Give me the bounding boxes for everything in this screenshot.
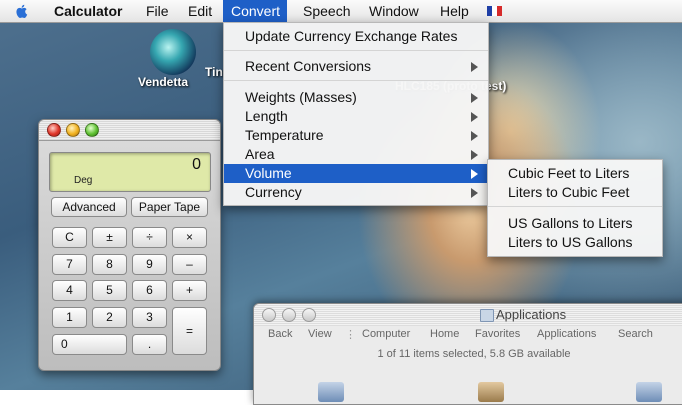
- calculator-display: 0 Deg: [49, 152, 211, 192]
- key-6[interactable]: 6: [132, 280, 167, 301]
- zoom-button[interactable]: [85, 123, 99, 137]
- finder-close-button[interactable]: [262, 308, 276, 322]
- submenu-arrow-icon: [471, 62, 478, 72]
- submenu-arrow-icon: [471, 150, 478, 160]
- toolbar-applications[interactable]: Applications: [537, 328, 596, 340]
- calculator-title-bar[interactable]: [39, 120, 220, 141]
- menu-speech[interactable]: Speech: [295, 0, 358, 22]
- submenu-arrow-icon: [471, 169, 478, 179]
- menu-item-label: Currency: [245, 184, 302, 200]
- menu-window[interactable]: Window: [361, 0, 427, 22]
- subtract-button[interactable]: –: [172, 254, 207, 275]
- application-icon[interactable]: [636, 382, 662, 402]
- key-8[interactable]: 8: [92, 254, 127, 275]
- key-0[interactable]: 0: [52, 334, 127, 355]
- key-4[interactable]: 4: [52, 280, 87, 301]
- key-1[interactable]: 1: [52, 307, 87, 328]
- menu-item-label: Length: [245, 108, 288, 124]
- application-icon[interactable]: [318, 382, 344, 402]
- finder-minimize-button[interactable]: [282, 308, 296, 322]
- submenu-arrow-icon: [471, 112, 478, 122]
- angle-mode-label: Deg: [74, 175, 93, 186]
- divide-button[interactable]: ÷: [132, 227, 167, 248]
- toolbar-back[interactable]: Back: [268, 328, 292, 340]
- convert-menu: Update Currency Exchange Rates Recent Co…: [223, 22, 489, 206]
- close-button[interactable]: [47, 123, 61, 137]
- key-7[interactable]: 7: [52, 254, 87, 275]
- menu-item-update-currency[interactable]: Update Currency Exchange Rates: [224, 27, 488, 46]
- menu-item-liters-to-cubic-feet[interactable]: Liters to Cubic Feet: [488, 183, 629, 202]
- menu-item-label: Volume: [245, 165, 292, 181]
- menu-edit[interactable]: Edit: [180, 0, 220, 22]
- menu-item-recent-conversions[interactable]: Recent Conversions: [224, 57, 488, 76]
- menu-item-temperature[interactable]: Temperature: [224, 126, 488, 145]
- clear-button[interactable]: C: [52, 227, 87, 248]
- finder-zoom-button[interactable]: [302, 308, 316, 322]
- menu-file[interactable]: File: [138, 0, 177, 22]
- display-value: 0: [192, 156, 201, 173]
- application-icon[interactable]: [478, 382, 504, 402]
- desktop-label-tin[interactable]: Tin: [205, 65, 223, 79]
- key-2[interactable]: 2: [92, 307, 127, 328]
- toolbar-separator: ⋮: [345, 329, 356, 341]
- key-5[interactable]: 5: [92, 280, 127, 301]
- paper-tape-button[interactable]: Paper Tape: [131, 197, 208, 217]
- menu-item-label: Temperature: [245, 127, 324, 143]
- volume-submenu: Cubic Feet to Liters Liters to Cubic Fee…: [487, 159, 663, 257]
- menu-item-area[interactable]: Area: [224, 145, 488, 164]
- menu-item-label: Recent Conversions: [245, 58, 372, 74]
- finder-title-bar[interactable]: Applications: [254, 304, 682, 326]
- advanced-button[interactable]: Advanced: [51, 197, 127, 217]
- finder-title: Applications: [496, 307, 567, 322]
- toolbar-computer[interactable]: Computer: [362, 328, 410, 340]
- menu-item-volume[interactable]: Volume: [224, 164, 488, 183]
- toolbar-view[interactable]: View: [308, 328, 332, 340]
- menu-item-weights[interactable]: Weights (Masses): [224, 88, 488, 107]
- toolbar-home[interactable]: Home: [430, 328, 459, 340]
- menu-item-label: Update Currency Exchange Rates: [245, 28, 458, 44]
- menu-item-us-gallons-to-liters[interactable]: US Gallons to Liters: [488, 214, 633, 233]
- multiply-button[interactable]: ×: [172, 227, 207, 248]
- menu-bar: Calculator File Edit Convert Speech Wind…: [0, 0, 682, 23]
- finder-status-bar: 1 of 11 items selected, 5.8 GB available: [377, 348, 571, 360]
- submenu-arrow-icon: [471, 93, 478, 103]
- vendetta-icon[interactable]: [150, 29, 196, 75]
- toolbar-favorites[interactable]: Favorites: [475, 328, 520, 340]
- calculator-window: 0 Deg Advanced Paper Tape C ± ÷ × 7 8 9 …: [38, 119, 221, 371]
- key-3[interactable]: 3: [132, 307, 167, 328]
- menu-separator: [224, 80, 488, 81]
- app-menu-calculator[interactable]: Calculator: [46, 0, 130, 22]
- vendetta-label[interactable]: Vendetta: [138, 75, 188, 89]
- negate-button[interactable]: ±: [92, 227, 127, 248]
- menu-item-length[interactable]: Length: [224, 107, 488, 126]
- menu-item-liters-to-us-gallons[interactable]: Liters to US Gallons: [488, 233, 633, 252]
- submenu-arrow-icon: [471, 131, 478, 141]
- folder-icon: [480, 309, 494, 322]
- menu-convert[interactable]: Convert: [223, 0, 287, 22]
- toolbar-search[interactable]: Search: [618, 328, 653, 340]
- menu-item-label: Area: [245, 146, 275, 162]
- submenu-arrow-icon: [471, 188, 478, 198]
- menu-help[interactable]: Help: [432, 0, 477, 22]
- minimize-button[interactable]: [66, 123, 80, 137]
- menu-item-cubic-feet-to-liters[interactable]: Cubic Feet to Liters: [488, 164, 629, 183]
- decimal-button[interactable]: .: [132, 334, 167, 355]
- menu-separator: [224, 50, 488, 51]
- equals-button[interactable]: =: [172, 307, 207, 355]
- apple-menu-icon[interactable]: [14, 3, 30, 19]
- menu-item-currency[interactable]: Currency: [224, 183, 488, 202]
- input-menu-flag-icon[interactable]: [487, 6, 502, 16]
- menu-separator: [488, 206, 662, 207]
- key-9[interactable]: 9: [132, 254, 167, 275]
- menu-item-label: Weights (Masses): [245, 89, 357, 105]
- add-button[interactable]: +: [172, 280, 207, 301]
